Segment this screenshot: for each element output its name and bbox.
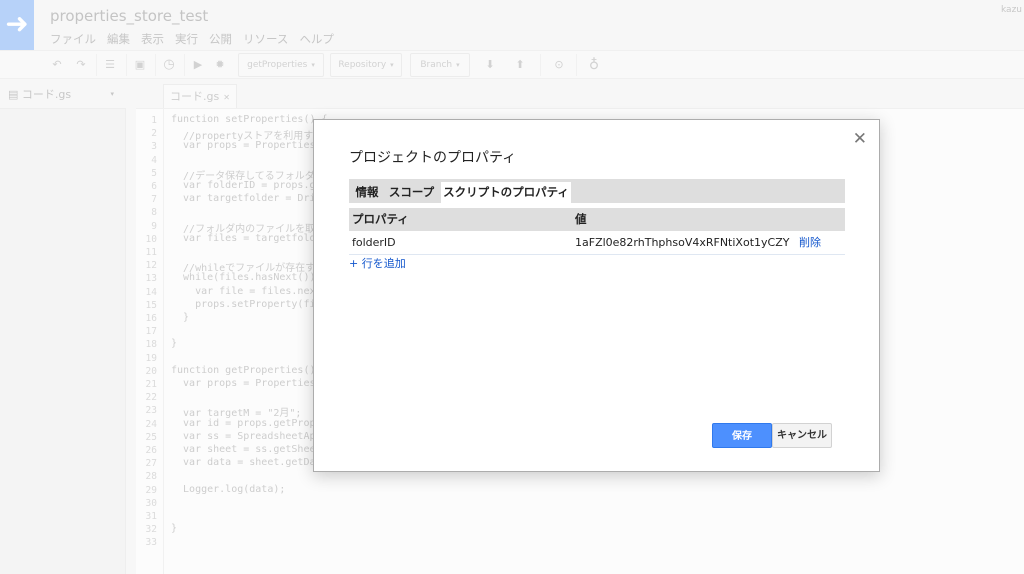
column-header-property: プロパティ — [352, 212, 409, 226]
close-icon[interactable]: ✕ — [853, 129, 867, 149]
column-header-value: 値 — [575, 212, 587, 226]
properties-table-header: プロパティ 値 — [349, 208, 845, 231]
project-properties-dialog: プロジェクトのプロパティ ✕ 情報 スコープ スクリプトのプロパティ プロパティ… — [313, 119, 880, 472]
tab-info[interactable]: 情報 — [352, 182, 382, 203]
app-window: ➜ properties_store_test kazu ファイル 編集 表示 … — [0, 0, 1024, 574]
cancel-button[interactable]: キャンセル — [772, 423, 832, 448]
property-value[interactable]: 1aFZl0e82rhThphsoV4xRFNtiXot1yCZY — [575, 231, 789, 255]
property-key[interactable]: folderID — [352, 231, 396, 255]
delete-row-link[interactable]: 削除 — [799, 231, 821, 255]
table-row: folderID 1aFZl0e82rhThphsoV4xRFNtiXot1yC… — [349, 231, 845, 255]
tab-script-properties[interactable]: スクリプトのプロパティ — [441, 182, 571, 203]
dialog-title: プロジェクトのプロパティ — [349, 150, 517, 166]
add-row-link[interactable]: + 行を追加 — [349, 255, 406, 271]
dialog-tabs: 情報 スコープ スクリプトのプロパティ — [349, 179, 845, 203]
tab-scope[interactable]: スコープ — [384, 182, 439, 203]
save-button[interactable]: 保存 — [712, 423, 772, 448]
